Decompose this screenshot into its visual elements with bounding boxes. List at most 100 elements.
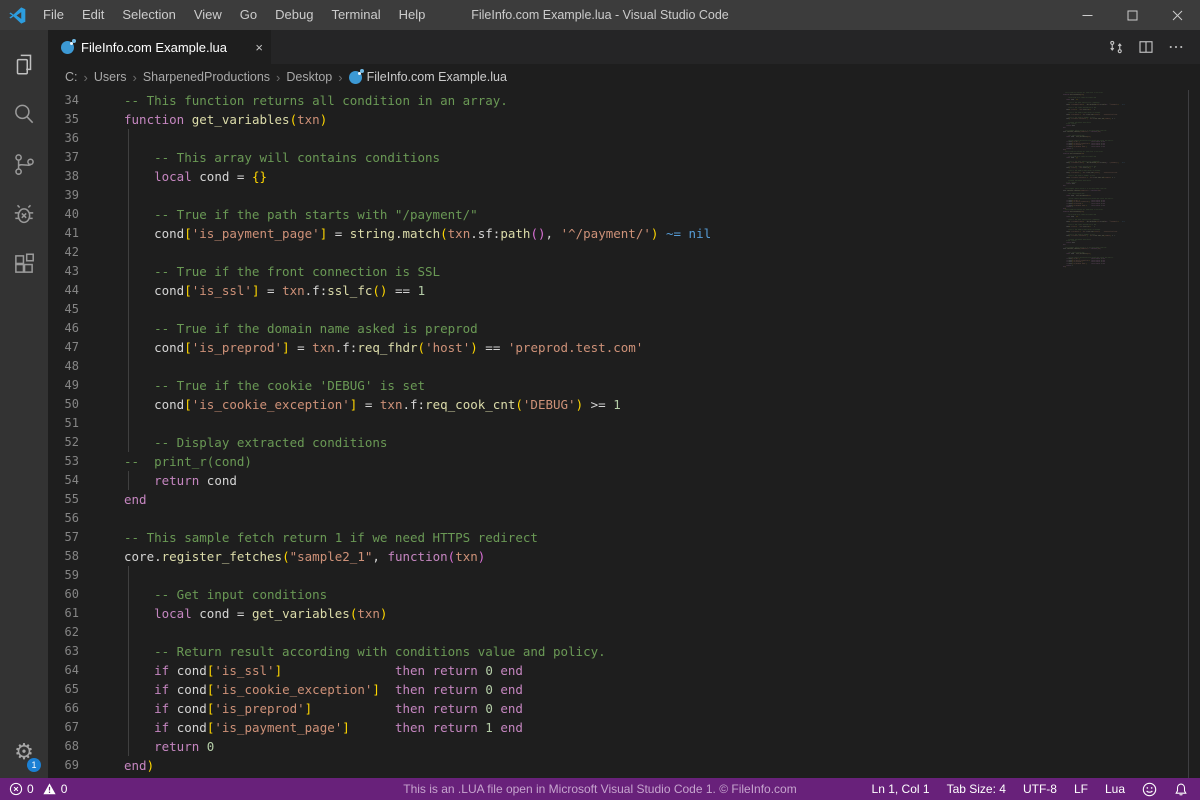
code-line-65[interactable]: 65 if cond['is_cookie_exception'] then r…: [48, 680, 1200, 699]
status-eol[interactable]: LF: [1074, 782, 1088, 796]
code-line-35[interactable]: 35function get_variables(txn): [48, 110, 1200, 129]
status-tab-size[interactable]: Tab Size: 4: [947, 782, 1006, 796]
search-icon[interactable]: [0, 89, 48, 139]
problems-indicator[interactable]: 0 0: [0, 782, 67, 796]
minimap[interactable]: -- This function returns all condition i…: [1063, 92, 1189, 268]
split-editor-icon[interactable]: [1132, 30, 1160, 64]
settings-gear-icon[interactable]: ⚙ 1: [0, 732, 48, 772]
open-changes-icon[interactable]: [1102, 30, 1130, 64]
breadcrumb-segment[interactable]: SharpenedProductions: [143, 70, 270, 84]
code-line-49[interactable]: 49 -- True if the cookie 'DEBUG' is set: [48, 376, 1200, 395]
code-line-36[interactable]: 36: [48, 129, 1200, 148]
breadcrumb-segment[interactable]: C:: [65, 70, 78, 84]
code-line-66[interactable]: 66 if cond['is_preprod'] then return 0 e…: [48, 699, 1200, 718]
line-number: 35: [48, 110, 124, 129]
status-cursor-position[interactable]: Ln 1, Col 1: [872, 782, 930, 796]
code-lines: 34 -- This function returns all condition…: [48, 91, 1200, 775]
code-line-69[interactable]: 69end): [48, 756, 1200, 775]
indent-guide: [128, 148, 129, 167]
code-line-56[interactable]: 56: [48, 509, 1200, 528]
warning-count: 0: [61, 782, 68, 796]
settings-badge: 1: [27, 758, 41, 772]
indent-guide: [128, 281, 129, 300]
code-line-41[interactable]: 41 cond['is_payment_page'] = string.matc…: [48, 224, 1200, 243]
status-language-mode[interactable]: Lua: [1105, 782, 1125, 796]
source-control-icon[interactable]: [0, 139, 48, 189]
menu-debug[interactable]: Debug: [266, 0, 322, 30]
indent-guide: [128, 661, 129, 680]
notifications-bell-icon[interactable]: [1174, 782, 1188, 797]
line-number: 36: [48, 129, 124, 148]
code-line-54[interactable]: 54 return cond: [48, 471, 1200, 490]
menu-terminal[interactable]: Terminal: [322, 0, 389, 30]
code-line-46[interactable]: 46 -- True if the domain name asked is p…: [48, 319, 1200, 338]
indent-guide: [128, 585, 129, 604]
tab-close-icon[interactable]: ×: [255, 40, 263, 55]
code-line-53[interactable]: 53-- print_r(cond): [48, 452, 1200, 471]
code-line-57[interactable]: 57-- This sample fetch return 1 if we ne…: [48, 528, 1200, 547]
code-line-38[interactable]: 38 local cond = {}: [48, 167, 1200, 186]
code-line-34[interactable]: 34-- This function returns all condition…: [48, 91, 1200, 110]
indent-guide: [128, 357, 129, 376]
menu-selection[interactable]: Selection: [113, 0, 184, 30]
code-line-45[interactable]: 45: [48, 300, 1200, 319]
breadcrumb-file[interactable]: FileInfo.com Example.lua: [349, 70, 507, 84]
line-number: 34: [48, 91, 124, 110]
code-line-37[interactable]: 37 -- This array will contains condition…: [48, 148, 1200, 167]
feedback-smiley-icon[interactable]: [1142, 782, 1157, 797]
close-button[interactable]: [1155, 0, 1200, 30]
code-line-40[interactable]: 40 -- True if the path starts with "/pay…: [48, 205, 1200, 224]
debug-icon[interactable]: [0, 189, 48, 239]
code-editor[interactable]: 34 -- This function returns all condition…: [48, 90, 1200, 778]
error-icon: [9, 782, 23, 796]
indent-guide: [128, 129, 129, 148]
menu-view[interactable]: View: [185, 0, 231, 30]
code-line-44[interactable]: 44 cond['is_ssl'] = txn.f:ssl_fc() == 1: [48, 281, 1200, 300]
code-line-47[interactable]: 47 cond['is_preprod'] = txn.f:req_fhdr('…: [48, 338, 1200, 357]
code-line-68[interactable]: 68 return 0: [48, 737, 1200, 756]
menu-go[interactable]: Go: [231, 0, 266, 30]
line-number: 61: [48, 604, 124, 623]
code-line-42[interactable]: 42: [48, 243, 1200, 262]
extensions-icon[interactable]: [0, 239, 48, 289]
maximize-button[interactable]: [1110, 0, 1155, 30]
status-encoding[interactable]: UTF-8: [1023, 782, 1057, 796]
vscode-logo: [9, 7, 26, 24]
code-line-64[interactable]: 64 if cond['is_ssl'] then return 0 end: [48, 661, 1200, 680]
more-actions-icon[interactable]: [1162, 30, 1190, 64]
menu-edit[interactable]: Edit: [73, 0, 113, 30]
breadcrumb-segment[interactable]: Users: [94, 70, 127, 84]
code-line-63[interactable]: 63 -- Return result according with condi…: [48, 642, 1200, 661]
tab-fileinfo-example[interactable]: FileInfo.com Example.lua ×: [48, 30, 271, 64]
code-line-50[interactable]: 50 cond['is_cookie_exception'] = txn.f:r…: [48, 395, 1200, 414]
line-number: 57: [48, 528, 124, 547]
code-line-51[interactable]: 51: [48, 414, 1200, 433]
indent-guide: [128, 566, 129, 585]
code-line-62[interactable]: 62: [48, 623, 1200, 642]
explorer-icon[interactable]: [0, 39, 48, 89]
code-line-39[interactable]: 39: [48, 186, 1200, 205]
line-number: 67: [48, 718, 124, 737]
code-line-43[interactable]: 43 -- True if the front connection is SS…: [48, 262, 1200, 281]
line-number: 43: [48, 262, 124, 281]
code-line-60[interactable]: 60 -- Get input conditions: [48, 585, 1200, 604]
code-line-67[interactable]: 67 if cond['is_payment_page'] then retur…: [48, 718, 1200, 737]
line-number: 53: [48, 452, 124, 471]
code-line-48[interactable]: 48: [48, 357, 1200, 376]
code-line-55[interactable]: 55end: [48, 490, 1200, 509]
menu-help[interactable]: Help: [390, 0, 435, 30]
line-number: 41: [48, 224, 124, 243]
indent-guide: [128, 604, 129, 623]
minimize-button[interactable]: [1065, 0, 1110, 30]
indent-guide: [128, 471, 129, 490]
code-line-52[interactable]: 52 -- Display extracted conditions: [48, 433, 1200, 452]
activity-bar: ⚙ 1: [0, 30, 48, 778]
indent-guide: [128, 224, 129, 243]
code-line-58[interactable]: 58core.register_fetches("sample2_1", fun…: [48, 547, 1200, 566]
code-line-59[interactable]: 59: [48, 566, 1200, 585]
breadcrumb-segment[interactable]: Desktop: [286, 70, 332, 84]
scrollbar[interactable]: [1188, 90, 1189, 778]
indent-guide: [128, 680, 129, 699]
code-line-61[interactable]: 61 local cond = get_variables(txn): [48, 604, 1200, 623]
menu-file[interactable]: File: [34, 0, 73, 30]
